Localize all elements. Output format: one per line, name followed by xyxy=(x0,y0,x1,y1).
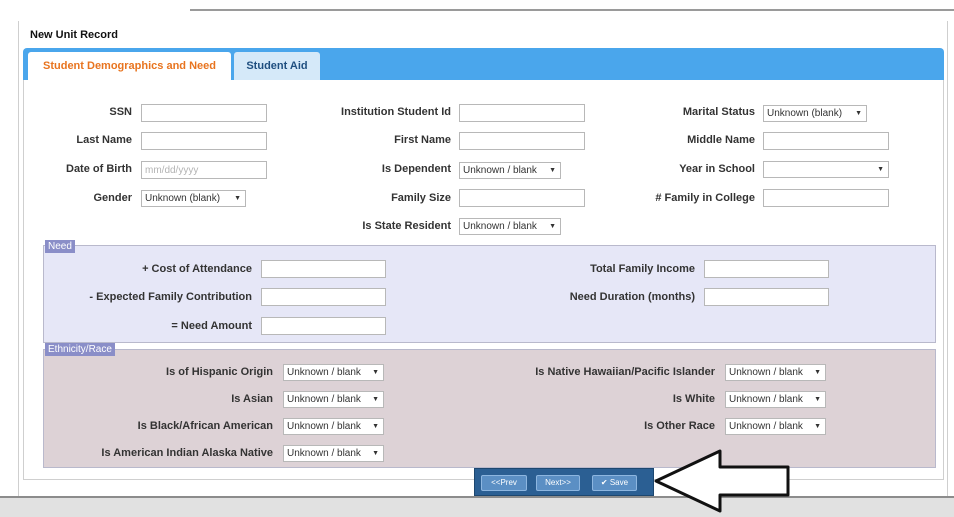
gender-label: Gender xyxy=(93,192,132,204)
window-title: New Unit Record xyxy=(30,29,119,41)
institution-student-id-label: Institution Student Id xyxy=(341,106,451,118)
is-dependent-value: Unknown / blank xyxy=(463,165,537,176)
is-white-label: Is White xyxy=(672,393,715,405)
last-name-label: Last Name xyxy=(76,134,132,146)
date-of-birth-field[interactable] xyxy=(141,161,267,179)
expected-family-contribution-label: - Expected Family Contribution xyxy=(89,291,252,303)
dropdown-caret-icon: ▼ xyxy=(549,223,556,230)
next-button[interactable]: Next>> xyxy=(536,475,580,491)
year-in-school-select[interactable]: ▼ xyxy=(763,161,889,178)
first-name-field[interactable] xyxy=(459,132,585,150)
is-other-race-value: Unknown / blank xyxy=(729,421,803,432)
middle-name-field[interactable] xyxy=(763,132,889,150)
dropdown-caret-icon: ▼ xyxy=(814,396,821,403)
ethnicity-panel-title: Ethnicity/Race xyxy=(45,343,115,356)
is-asian-label: Is Asian xyxy=(231,393,273,405)
dropdown-caret-icon: ▼ xyxy=(372,369,379,376)
need-duration-label: Need Duration (months) xyxy=(569,291,695,303)
dropdown-caret-icon: ▼ xyxy=(549,167,556,174)
is-black-select[interactable]: Unknown / blank ▼ xyxy=(283,418,384,435)
native-hawaiian-label: Is Native Hawaiian/Pacific Islander xyxy=(535,366,715,378)
middle-name-label: Middle Name xyxy=(687,134,755,146)
year-in-school-label: Year in School xyxy=(679,163,755,175)
american-indian-value: Unknown / blank xyxy=(287,448,361,459)
marital-status-value: Unknown (blank) xyxy=(767,108,843,119)
is-white-select[interactable]: Unknown / blank ▼ xyxy=(725,391,826,408)
dropdown-caret-icon: ▼ xyxy=(372,396,379,403)
is-state-resident-select[interactable]: Unknown / blank ▼ xyxy=(459,218,561,235)
is-black-value: Unknown / blank xyxy=(287,421,361,432)
ssn-field[interactable] xyxy=(141,104,267,122)
dropdown-caret-icon: ▼ xyxy=(877,166,884,173)
total-family-income-label: Total Family Income xyxy=(590,263,695,275)
american-indian-label: Is American Indian Alaska Native xyxy=(101,447,273,459)
is-asian-value: Unknown / blank xyxy=(287,394,361,405)
need-amount-label: = Need Amount xyxy=(171,320,252,332)
date-of-birth-label: Date of Birth xyxy=(66,163,132,175)
hispanic-origin-value: Unknown / blank xyxy=(287,367,361,378)
tab-student-aid[interactable]: Student Aid xyxy=(234,52,320,80)
tab-student-demographics[interactable]: Student Demographics and Need xyxy=(28,52,231,80)
hispanic-origin-label: Is of Hispanic Origin xyxy=(166,366,273,378)
american-indian-select[interactable]: Unknown / blank ▼ xyxy=(283,445,384,462)
prev-button[interactable]: <<Prev xyxy=(481,475,527,491)
family-in-college-field[interactable] xyxy=(763,189,889,207)
expected-family-contribution-field[interactable] xyxy=(261,288,386,306)
is-other-race-select[interactable]: Unknown / blank ▼ xyxy=(725,418,826,435)
dropdown-caret-icon: ▼ xyxy=(372,423,379,430)
gender-select[interactable]: Unknown (blank) ▼ xyxy=(141,190,246,207)
need-amount-field[interactable] xyxy=(261,317,386,335)
family-in-college-label: # Family in College xyxy=(655,192,755,204)
top-divider xyxy=(190,9,954,11)
dropdown-caret-icon: ▼ xyxy=(814,423,821,430)
is-other-race-label: Is Other Race xyxy=(644,420,715,432)
dropdown-caret-icon: ▼ xyxy=(234,195,241,202)
save-button-label: Save xyxy=(609,478,629,487)
need-panel-title: Need xyxy=(45,240,75,253)
need-duration-field[interactable] xyxy=(704,288,829,306)
save-button[interactable]: ✔ Save xyxy=(592,475,637,491)
gender-value: Unknown (blank) xyxy=(145,193,221,204)
is-dependent-label: Is Dependent xyxy=(381,163,451,175)
native-hawaiian-value: Unknown / blank xyxy=(729,367,803,378)
marital-status-label: Marital Status xyxy=(682,106,755,118)
is-state-resident-value: Unknown / blank xyxy=(463,221,537,232)
cost-of-attendance-label: + Cost of Attendance xyxy=(142,263,252,275)
last-name-field[interactable] xyxy=(141,132,267,150)
hispanic-origin-select[interactable]: Unknown / blank ▼ xyxy=(283,364,384,381)
is-dependent-select[interactable]: Unknown / blank ▼ xyxy=(459,162,561,179)
ssn-label: SSN xyxy=(109,106,132,118)
native-hawaiian-select[interactable]: Unknown / blank ▼ xyxy=(725,364,826,381)
marital-status-select[interactable]: Unknown (blank) ▼ xyxy=(763,105,867,122)
institution-student-id-field[interactable] xyxy=(459,104,585,122)
family-size-label: Family Size xyxy=(391,192,451,204)
is-asian-select[interactable]: Unknown / blank ▼ xyxy=(283,391,384,408)
tab-bar: Student Demographics and Need Student Ai… xyxy=(23,48,944,80)
check-icon: ✔ xyxy=(600,478,608,487)
dropdown-caret-icon: ▼ xyxy=(855,110,862,117)
action-button-bar: <<Prev Next>> ✔ Save xyxy=(474,468,654,496)
total-family-income-field[interactable] xyxy=(704,260,829,278)
is-black-label: Is Black/African American xyxy=(137,420,273,432)
bottom-status-bar xyxy=(0,496,954,517)
cost-of-attendance-field[interactable] xyxy=(261,260,386,278)
is-state-resident-label: Is State Resident xyxy=(362,220,451,232)
is-white-value: Unknown / blank xyxy=(729,394,803,405)
dropdown-caret-icon: ▼ xyxy=(372,450,379,457)
first-name-label: First Name xyxy=(394,134,451,146)
family-size-field[interactable] xyxy=(459,189,585,207)
dropdown-caret-icon: ▼ xyxy=(814,369,821,376)
pointer-arrow-icon xyxy=(654,449,790,513)
